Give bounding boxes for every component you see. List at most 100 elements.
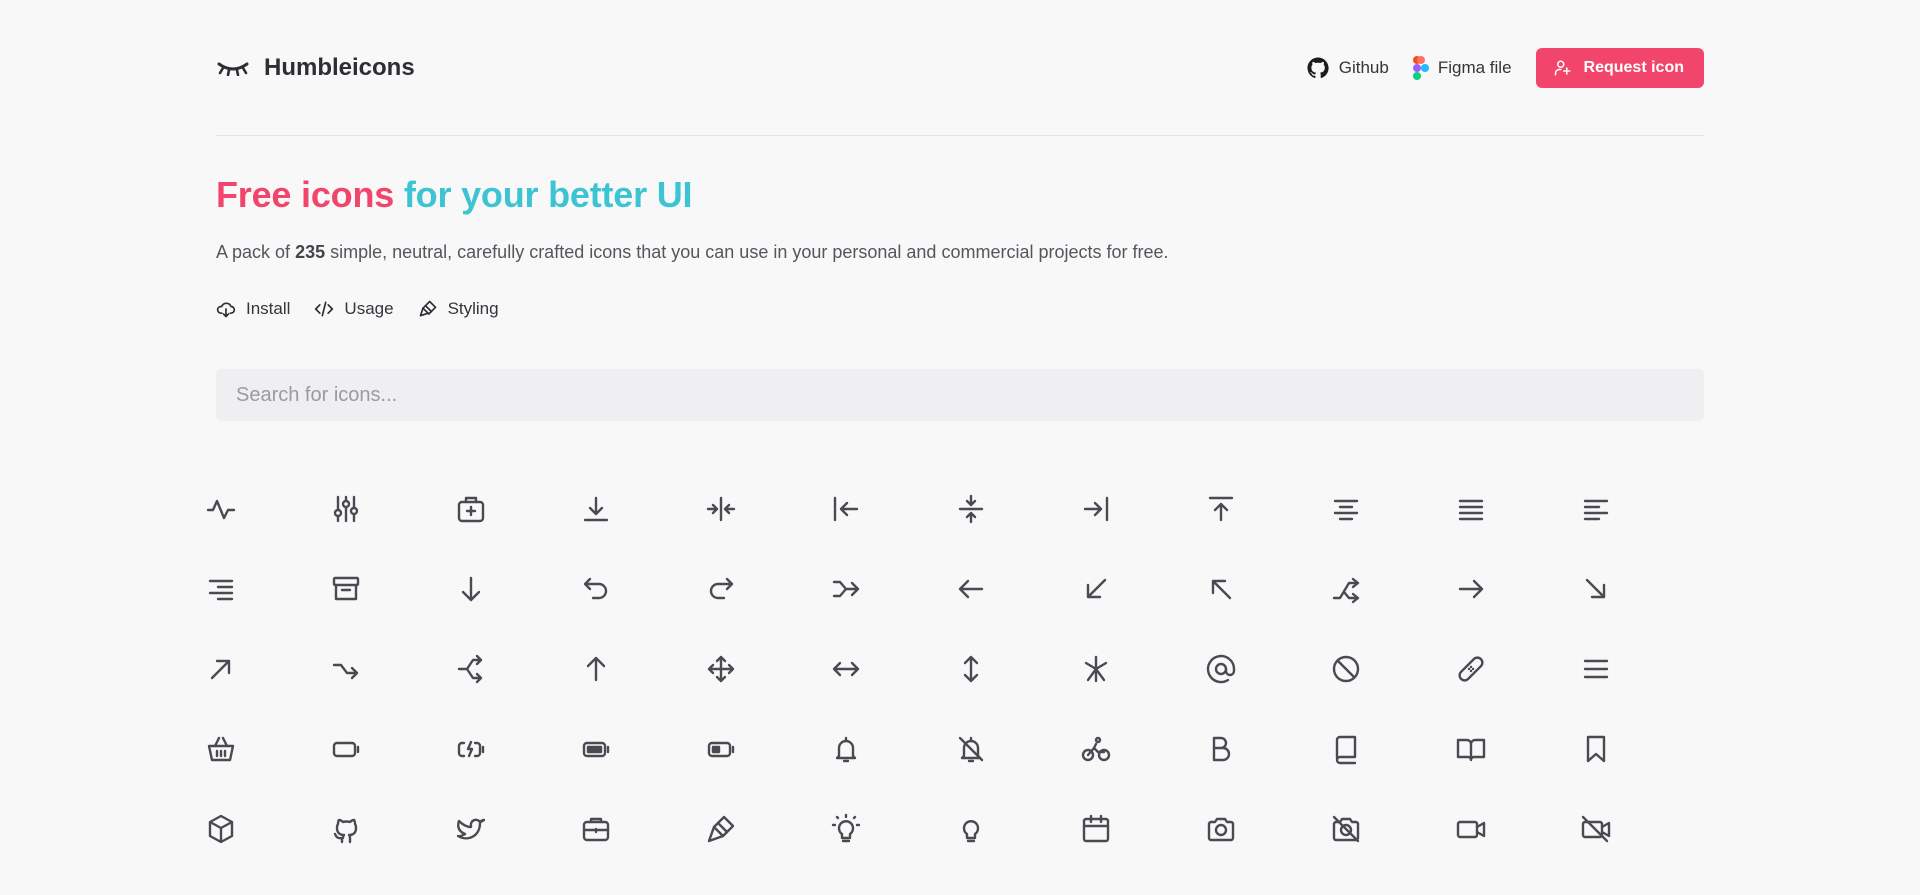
icon-cell-arrows[interactable]: [700, 629, 825, 709]
book-open-icon: [1456, 738, 1486, 762]
icon-cell-bars[interactable]: [1575, 629, 1700, 709]
icon-cell-adjustments[interactable]: [325, 469, 450, 549]
bell-off-icon: [958, 736, 984, 763]
align-text-justify-icon: [1458, 499, 1484, 521]
icon-cell-arrow-up[interactable]: [575, 629, 700, 709]
icon-cell-archive[interactable]: [325, 549, 450, 629]
install-link[interactable]: Install: [216, 299, 290, 319]
figma-link[interactable]: Figma file: [1412, 55, 1512, 80]
icon-cell-battery-full[interactable]: [575, 709, 700, 789]
icon-cell-bell-off[interactable]: [950, 709, 1075, 789]
book-icon: [1335, 735, 1357, 765]
icon-cell-briefcase[interactable]: [575, 789, 700, 869]
icon-cell-arrow-split[interactable]: [325, 629, 450, 709]
icon-grid: [200, 469, 1704, 869]
battery-half-icon: [707, 741, 735, 758]
icon-cell-arrows-vertical[interactable]: [950, 629, 1075, 709]
request-icon-button[interactable]: Request icon: [1535, 47, 1704, 88]
icon-cell-brand-github[interactable]: [325, 789, 450, 869]
icon-cell-bandage[interactable]: [1450, 629, 1575, 709]
icon-count: 235: [295, 242, 326, 262]
icon-cell-align-middle[interactable]: [950, 469, 1075, 549]
icon-cell-asterisk[interactable]: [1075, 629, 1200, 709]
arrows-horizontal-icon: [832, 661, 860, 677]
battery-empty-icon: [332, 741, 360, 758]
align-text-left-icon: [1583, 499, 1609, 521]
styling-link[interactable]: Styling: [418, 299, 499, 319]
brand[interactable]: Humbleicons: [216, 54, 415, 82]
icon-cell-align-text-right[interactable]: [200, 549, 325, 629]
icon-cell-calendar[interactable]: [1075, 789, 1200, 869]
icon-cell-align-text-justify[interactable]: [1450, 469, 1575, 549]
arrow-right-down-icon: [1585, 578, 1606, 599]
battery-charging-icon: [457, 740, 485, 758]
icon-cell-arrow-merge[interactable]: [1325, 549, 1450, 629]
icon-cell-brand-twitter[interactable]: [450, 789, 575, 869]
arrow-up-icon: [586, 656, 606, 682]
icon-cell-activity[interactable]: [200, 469, 325, 549]
icon-cell-bulb[interactable]: [825, 789, 950, 869]
icon-cell-arrow-go-back[interactable]: [575, 549, 700, 629]
icon-cell-align-bottom[interactable]: [575, 469, 700, 549]
icon-cell-arrow-left-down[interactable]: [1075, 549, 1200, 629]
icon-cell-arrow-right[interactable]: [1450, 549, 1575, 629]
camera-icon: [1207, 817, 1235, 842]
ban-icon: [1332, 655, 1360, 683]
icon-cell-brush[interactable]: [700, 789, 825, 869]
arrow-split-alt-icon: [457, 654, 483, 684]
icon-cell-arrow-split-alt[interactable]: [450, 629, 575, 709]
adjustments-icon: [333, 495, 359, 523]
figma-label: Figma file: [1437, 57, 1512, 77]
icon-cell-align-right[interactable]: [1075, 469, 1200, 549]
icon-cell-camcorder[interactable]: [1450, 789, 1575, 869]
icon-cell-basket[interactable]: [200, 709, 325, 789]
github-link[interactable]: Github: [1306, 56, 1389, 80]
icon-cell-battery-empty[interactable]: [325, 709, 450, 789]
icon-cell-camcorder-off[interactable]: [1575, 789, 1700, 869]
brand-twitter-icon: [456, 818, 486, 840]
icon-cell-camera-off[interactable]: [1325, 789, 1450, 869]
arrows-icon: [707, 655, 735, 683]
icon-cell-arrow-go-forward[interactable]: [700, 549, 825, 629]
icon-cell-bell[interactable]: [825, 709, 950, 789]
icon-cell-arrow-down[interactable]: [450, 549, 575, 629]
search-input[interactable]: [216, 369, 1704, 421]
brand-github-icon: [333, 818, 358, 844]
icon-cell-at-symbol[interactable]: [1200, 629, 1325, 709]
icon-cell-align-text-center[interactable]: [1325, 469, 1450, 549]
styling-label: Styling: [447, 299, 499, 318]
briefcase-icon: [582, 817, 610, 842]
icon-cell-arrow-left[interactable]: [950, 549, 1075, 629]
usage-link[interactable]: Usage: [314, 299, 394, 319]
icon-cell-align-text-left[interactable]: [1575, 469, 1700, 549]
icon-cell-align-center[interactable]: [700, 469, 825, 549]
bandage-icon: [1458, 656, 1484, 682]
icon-cell-align-top[interactable]: [1200, 469, 1325, 549]
icon-cell-ban[interactable]: [1325, 629, 1450, 709]
icon-cell-bookmark[interactable]: [1575, 709, 1700, 789]
icon-cell-bold[interactable]: [1200, 709, 1325, 789]
icon-cell-bike[interactable]: [1075, 709, 1200, 789]
arrow-go-back-icon: [583, 577, 608, 600]
icon-cell-align-left[interactable]: [825, 469, 950, 549]
icon-cell-arrow-right-up[interactable]: [200, 629, 325, 709]
icon-cell-arrow-join[interactable]: [825, 549, 950, 629]
icon-cell-box[interactable]: [200, 789, 325, 869]
icon-cell-arrow-left-up[interactable]: [1200, 549, 1325, 629]
icon-cell-book[interactable]: [1325, 709, 1450, 789]
brush-icon: [707, 815, 735, 843]
github-label: Github: [1338, 57, 1389, 77]
brand-name: Humbleicons: [264, 53, 415, 81]
icon-cell-camera[interactable]: [1200, 789, 1325, 869]
icon-cell-bulb-off[interactable]: [950, 789, 1075, 869]
icon-cell-book-open[interactable]: [1450, 709, 1575, 789]
align-left-icon: [833, 496, 859, 522]
icon-cell-battery-charging[interactable]: [450, 709, 575, 789]
icon-cell-aid[interactable]: [450, 469, 575, 549]
icon-cell-arrows-horizontal[interactable]: [825, 629, 950, 709]
icon-cell-battery-half[interactable]: [700, 709, 825, 789]
at-symbol-icon: [1206, 654, 1236, 684]
arrow-left-up-icon: [1211, 579, 1232, 600]
icon-cell-arrow-right-down[interactable]: [1575, 549, 1700, 629]
basket-icon: [207, 736, 235, 762]
